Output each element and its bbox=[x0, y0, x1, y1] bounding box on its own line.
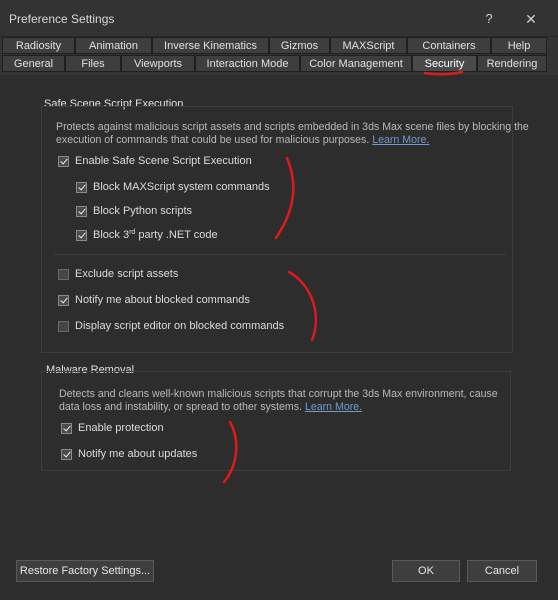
tab-help[interactable]: Help bbox=[491, 37, 547, 54]
display-editor-label: Display script editor on blocked command… bbox=[75, 320, 285, 332]
exclude-assets-checkbox[interactable] bbox=[58, 268, 69, 280]
display-editor-option[interactable]: Display script editor on blocked command… bbox=[58, 319, 284, 333]
block-maxscript-label: Block MAXScript system commands bbox=[93, 181, 270, 193]
cancel-button[interactable]: Cancel bbox=[467, 560, 537, 582]
tab-animation[interactable]: Animation bbox=[75, 37, 152, 54]
tab-radiosity[interactable]: Radiosity bbox=[2, 37, 75, 54]
malware-learn-more-link[interactable]: Learn More. bbox=[305, 401, 362, 413]
block-maxscript-checkbox[interactable] bbox=[76, 181, 87, 193]
display-editor-checkbox[interactable] bbox=[58, 320, 69, 332]
safe-scene-divider bbox=[54, 254, 506, 255]
title-bar: Preference Settings ? ✕ bbox=[0, 0, 558, 37]
tab-containers[interactable]: Containers bbox=[407, 37, 491, 54]
window-title: Preference Settings bbox=[9, 12, 115, 26]
exclude-assets-label: Exclude script assets bbox=[75, 268, 179, 280]
enable-safe-scene-checkbox[interactable] bbox=[58, 155, 69, 167]
block-3rd-party-label: Block 3rd party .NET code bbox=[93, 229, 218, 241]
tab-rendering[interactable]: Rendering bbox=[477, 55, 547, 72]
tab-color-management[interactable]: Color Management bbox=[300, 55, 412, 72]
tab-gizmos[interactable]: Gizmos bbox=[269, 37, 330, 54]
tab-maxscript[interactable]: MAXScript bbox=[330, 37, 407, 54]
help-button[interactable]: ? bbox=[478, 8, 500, 30]
security-panel: Safe Scene Script Execution Protects aga… bbox=[0, 75, 558, 600]
restore-factory-settings-button[interactable]: Restore Factory Settings... bbox=[16, 560, 154, 582]
malware-description: Detects and cleans well-known malicious … bbox=[59, 388, 498, 413]
tab-bar: Radiosity Animation Inverse Kinematics G… bbox=[0, 37, 558, 75]
enable-protection-option[interactable]: Enable protection bbox=[61, 421, 164, 435]
ok-button[interactable]: OK bbox=[392, 560, 460, 582]
notify-updates-option[interactable]: Notify me about updates bbox=[61, 447, 197, 461]
notify-blocked-option[interactable]: Notify me about blocked commands bbox=[58, 293, 250, 307]
tab-inverse-kinematics[interactable]: Inverse Kinematics bbox=[152, 37, 269, 54]
tab-security[interactable]: Security bbox=[412, 55, 477, 72]
enable-safe-scene-option[interactable]: Enable Safe Scene Script Execution bbox=[58, 154, 252, 168]
block-python-option[interactable]: Block Python scripts bbox=[76, 204, 192, 218]
tab-viewports[interactable]: Viewports bbox=[121, 55, 195, 72]
block-python-checkbox[interactable] bbox=[76, 205, 87, 217]
notify-blocked-checkbox[interactable] bbox=[58, 294, 69, 306]
notify-blocked-label: Notify me about blocked commands bbox=[75, 294, 250, 306]
tab-general[interactable]: General bbox=[2, 55, 65, 72]
tab-interaction-mode[interactable]: Interaction Mode bbox=[195, 55, 300, 72]
block-python-label: Block Python scripts bbox=[93, 205, 193, 217]
enable-protection-checkbox[interactable] bbox=[61, 422, 72, 434]
notify-updates-label: Notify me about updates bbox=[78, 448, 198, 460]
tab-files[interactable]: Files bbox=[65, 55, 121, 72]
safe-scene-learn-more-link[interactable]: Learn More. bbox=[372, 134, 429, 146]
enable-safe-scene-label: Enable Safe Scene Script Execution bbox=[75, 155, 252, 167]
close-button[interactable]: ✕ bbox=[520, 8, 542, 30]
safe-scene-description: Protects against malicious script assets… bbox=[56, 121, 529, 146]
block-maxscript-option[interactable]: Block MAXScript system commands bbox=[76, 180, 270, 194]
block-3rd-party-checkbox[interactable] bbox=[76, 229, 87, 241]
block-3rd-party-option[interactable]: Block 3rd party .NET code bbox=[76, 228, 218, 242]
exclude-assets-option[interactable]: Exclude script assets bbox=[58, 267, 178, 281]
notify-updates-checkbox[interactable] bbox=[61, 448, 72, 460]
enable-protection-label: Enable protection bbox=[78, 422, 164, 434]
